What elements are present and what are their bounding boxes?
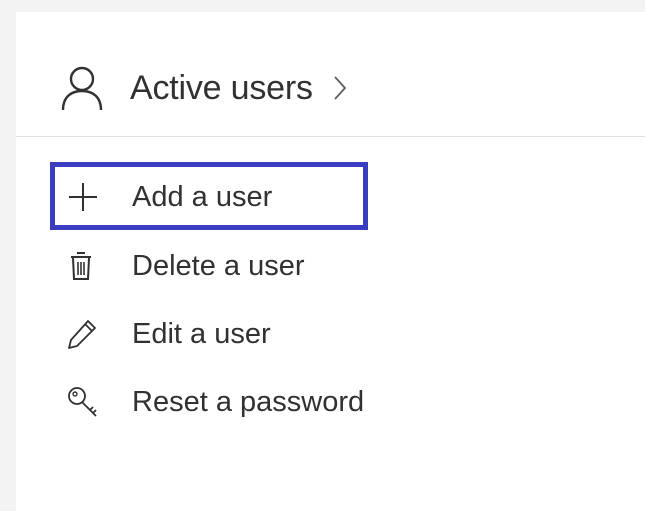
reset-password-action[interactable]: Reset a password bbox=[66, 380, 364, 424]
trash-icon bbox=[66, 244, 116, 288]
delete-user-action[interactable]: Delete a user bbox=[66, 244, 305, 288]
reset-password-label: Reset a password bbox=[132, 385, 365, 418]
add-user-label: Add a user bbox=[132, 180, 273, 213]
chevron-right-icon bbox=[333, 75, 347, 101]
delete-user-label: Delete a user bbox=[132, 249, 305, 282]
add-user-action[interactable]: Add a user bbox=[66, 175, 272, 219]
active-users-link[interactable]: Active users bbox=[60, 64, 347, 112]
page-title: Active users bbox=[130, 68, 313, 107]
edit-user-action[interactable]: Edit a user bbox=[66, 312, 271, 356]
pencil-icon bbox=[66, 312, 116, 356]
active-users-card: Active users Add a user Delete a user Ed… bbox=[16, 12, 645, 511]
plus-icon bbox=[66, 175, 116, 219]
person-icon bbox=[60, 64, 108, 112]
edit-user-label: Edit a user bbox=[132, 317, 271, 350]
key-icon bbox=[66, 380, 116, 424]
card-header: Active users bbox=[16, 12, 645, 137]
